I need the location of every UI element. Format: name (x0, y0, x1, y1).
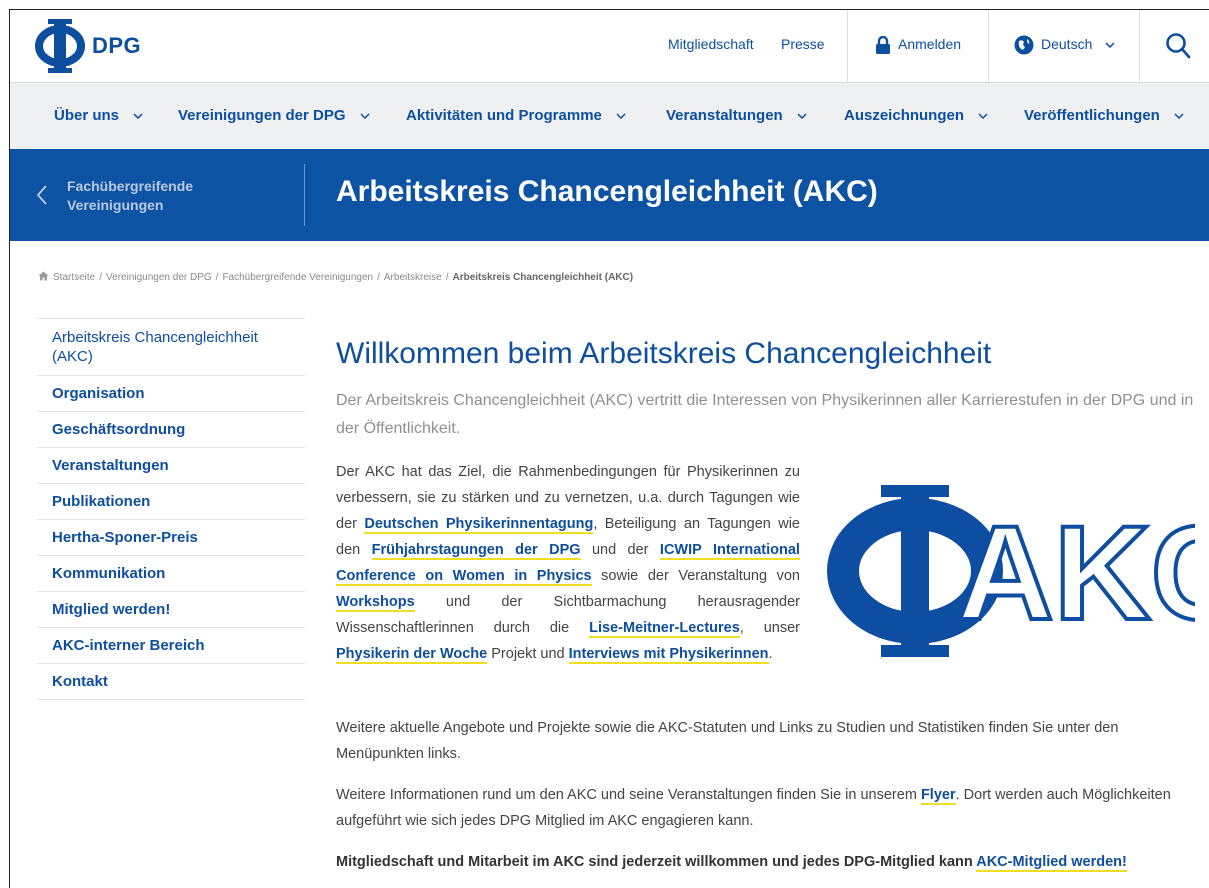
page-hero: Fachübergreifende Vereinigungen Arbeitsk… (10, 149, 1209, 241)
breadcrumb-item[interactable]: Arbeitskreise (384, 272, 442, 283)
chevron-left-icon[interactable] (36, 185, 48, 205)
chevron-down-icon (616, 113, 626, 120)
sidebar-item-publikationen[interactable]: Publikationen (37, 484, 305, 520)
link-flyer[interactable]: Flyer (920, 787, 956, 805)
link-workshops[interactable]: Workshops (336, 594, 415, 612)
top-bar: DPG Mitgliedschaft Presse Anmelden Deuts… (10, 10, 1209, 83)
press-link[interactable]: Presse (781, 10, 825, 82)
nav-label: Veranstaltungen (666, 107, 783, 124)
dpg-phi-logo-icon (35, 19, 85, 73)
akc-wordmark: AKC (955, 497, 1195, 650)
breadcrumb: Startseite / Vereinigungen der DPG / Fachübe… (38, 271, 633, 283)
nav-item-aktivitaeten[interactable]: Aktivitäten und Programme (406, 83, 626, 149)
link-physikerinnentagung[interactable]: Deutschen Physikerinnentagung (364, 516, 594, 534)
link-fruehjahrstagungen[interactable]: Frühjahrstagungen der DPG (371, 542, 581, 560)
nav-label: Vereinigungen der DPG (178, 107, 346, 124)
sidebar-item-akc[interactable]: Arbeitskreis Chancengleichheit (AKC) (37, 319, 305, 376)
nav-item-veroeffentlichungen[interactable]: Veröffentlichungen (1024, 83, 1184, 149)
breadcrumb-item[interactable]: Startseite (53, 272, 95, 283)
globe-icon (1014, 35, 1034, 55)
membership-link[interactable]: Mitgliedschaft (668, 10, 754, 82)
lock-icon (876, 36, 890, 55)
search-icon[interactable] (1165, 32, 1191, 60)
breadcrumb-item[interactable]: Vereinigungen der DPG (106, 272, 212, 283)
sidebar-item-kommunikation[interactable]: Kommunikation (37, 556, 305, 592)
content-heading: Willkommen beim Arbeitskreis Chancenglei… (336, 337, 992, 370)
intro-text: und der (580, 542, 660, 558)
membership-text: Mitgliedschaft und Mitarbeit im AKC sind… (336, 854, 977, 870)
akc-logo: AKC (827, 485, 1195, 657)
intro-text: Projekt und (487, 646, 569, 662)
chevron-down-icon (797, 113, 807, 120)
language-label: Deutsch (1041, 36, 1093, 52)
flyer-text: Weitere Informationen rund um den AKC un… (336, 787, 921, 803)
intro-text: sowie der Veranstaltung von (591, 568, 800, 584)
sidebar-item-organisation[interactable]: Organisation (37, 376, 305, 412)
link-interviews[interactable]: Interviews mit Physikerinnen (568, 646, 769, 664)
nav-label: Über uns (54, 107, 120, 124)
chevron-down-icon (978, 113, 988, 120)
info-paragraph: Weitere aktuelle Angebote und Projekte s… (336, 720, 1119, 762)
intro-text: . (768, 646, 773, 662)
breadcrumb-current: Arbeitskreis Chancengleichheit (AKC) (452, 272, 634, 283)
intro-text: , unser (739, 620, 800, 636)
chevron-down-icon (133, 113, 143, 120)
page-title: Arbeitskreis Chancengleichheit (AKC) (336, 175, 878, 208)
chevron-down-icon (360, 113, 370, 120)
nav-item-veranstaltungen[interactable]: Veranstaltungen (666, 83, 807, 149)
sidebar-item-kontakt[interactable]: Kontakt (37, 664, 305, 700)
hero-divider (304, 164, 305, 226)
intro-paragraph: Der AKC hat das Ziel, die Rahmenbedingun… (336, 459, 800, 667)
lead-paragraph: Der Arbeitskreis Chancengleichheit (AKC)… (336, 392, 1194, 437)
login-label: Anmelden (898, 36, 962, 52)
main-content: Willkommen beim Arbeitskreis Chancenglei… (336, 332, 1196, 875)
nav-item-vereinigungen[interactable]: Vereinigungen der DPG (178, 83, 370, 149)
browser-viewport: DPG Mitgliedschaft Presse Anmelden Deuts… (9, 9, 1209, 888)
nav-label: Auszeichnungen (844, 107, 965, 124)
sidebar-item-akc-intern[interactable]: AKC-interner Bereich (37, 628, 305, 664)
membership-paragraph: Mitgliedschaft und Mitarbeit im AKC sind… (336, 849, 1196, 875)
chevron-down-icon (1105, 42, 1115, 49)
language-selector[interactable]: Deutsch (1014, 10, 1115, 82)
parent-section-line1: Fachübergreifende (67, 178, 194, 194)
top-divider (1139, 10, 1140, 82)
sidebar-item-mitglied-werden[interactable]: Mitglied werden! (37, 592, 305, 628)
flyer-paragraph: Weitere Informationen rund um den AKC un… (336, 782, 1196, 834)
brand-name: DPG (92, 33, 142, 58)
parent-section-line2: Vereinigungen (67, 197, 164, 213)
akc-logo-text: AKC (957, 499, 1195, 648)
top-divider (847, 10, 848, 82)
link-akc-mitglied-werden[interactable]: AKC-Mitglied werden! (976, 854, 1127, 872)
breadcrumb-item[interactable]: Fachübergreifende Vereinigungen (222, 272, 373, 283)
sidebar-item-veranstaltungen[interactable]: Veranstaltungen (37, 448, 305, 484)
parent-section-link[interactable]: Fachübergreifende Vereinigungen (67, 177, 267, 215)
nav-item-auszeichnungen[interactable]: Auszeichnungen (844, 83, 988, 149)
chevron-down-icon (1174, 113, 1184, 120)
nav-label: Veröffentlichungen (1024, 107, 1160, 124)
top-divider (988, 10, 989, 82)
sidebar-item-hertha-sponer-preis[interactable]: Hertha-Sponer-Preis (37, 520, 305, 556)
nav-label: Aktivitäten und Programme (406, 107, 602, 124)
home-icon[interactable] (38, 271, 49, 281)
sidebar-nav: Arbeitskreis Chancengleichheit (AKC) Org… (37, 318, 305, 700)
main-navigation: Über uns Vereinigungen der DPG Aktivität… (10, 83, 1209, 149)
dpg-logo[interactable]: DPG (34, 18, 141, 74)
sidebar-item-geschaeftsordnung[interactable]: Geschäftsordnung (37, 412, 305, 448)
link-physikerin-der-woche[interactable]: Physikerin der Woche (336, 646, 488, 664)
intro-section: Der AKC hat das Ziel, die Rahmenbedingun… (336, 459, 1196, 701)
login-link[interactable]: Anmelden (875, 10, 961, 82)
link-lise-meitner-lectures[interactable]: Lise-Meitner-Lectures (589, 620, 740, 638)
nav-item-ueber-uns[interactable]: Über uns (54, 83, 143, 149)
